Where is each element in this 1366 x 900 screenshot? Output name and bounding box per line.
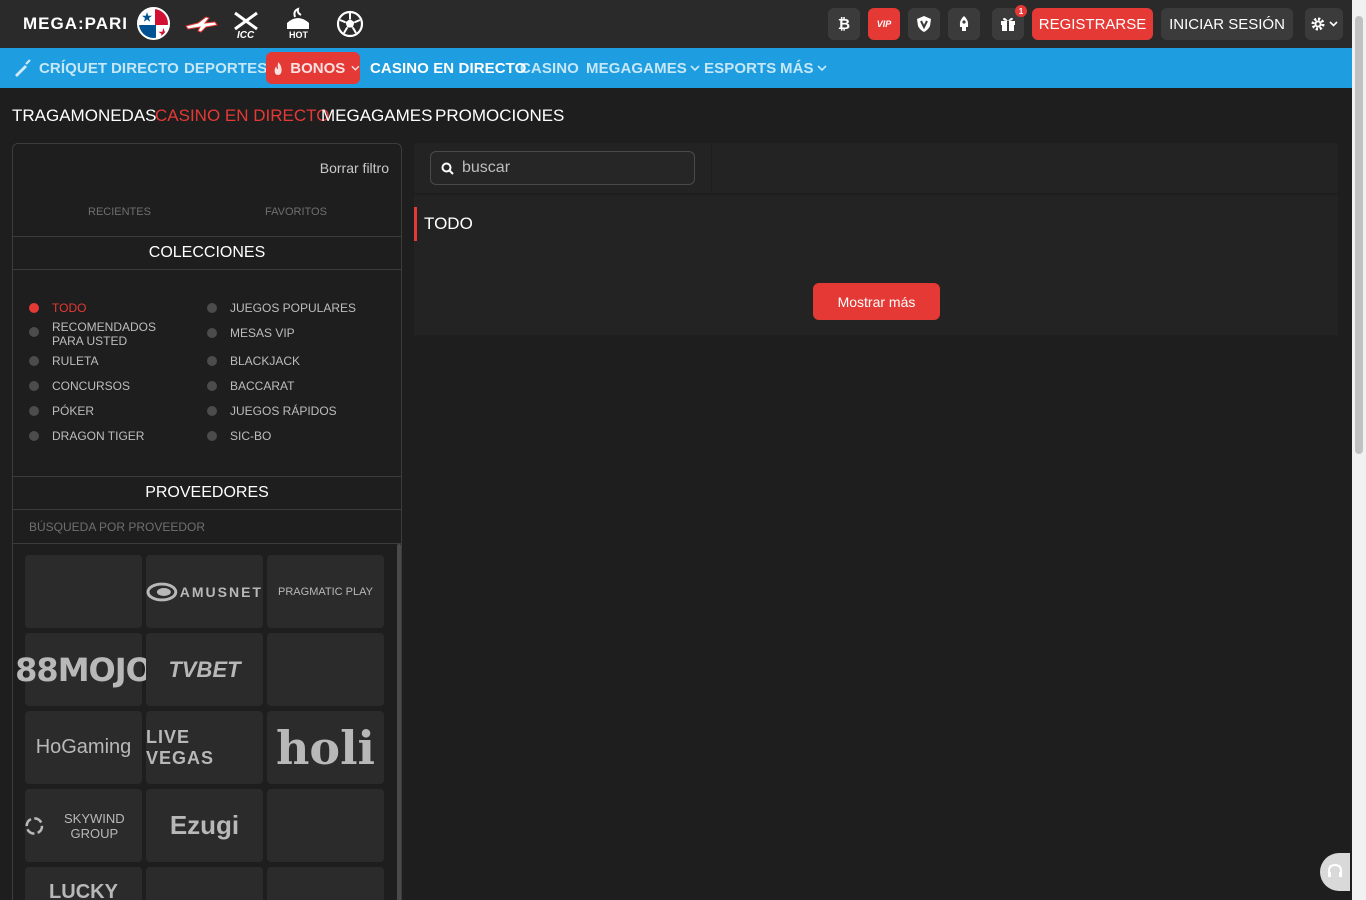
chevron-down-icon — [351, 65, 360, 71]
nav-item-casino[interactable]: CASINO — [520, 48, 579, 88]
collection-blackjack[interactable]: BLACKJACK — [207, 354, 300, 368]
gift-badge: 1 — [1015, 5, 1027, 17]
login-button[interactable]: INICIAR SESIÓN — [1161, 8, 1293, 40]
subtab-casino-en-directo[interactable]: CASINO EN DIRECTO — [155, 106, 329, 126]
providers-heading: PROVEEDORES — [13, 476, 401, 510]
provider-tile-holi[interactable]: holi — [267, 711, 384, 784]
collections-heading: COLECCIONES — [13, 236, 401, 270]
search-input[interactable]: buscar — [430, 151, 695, 185]
nav-item-bonos[interactable]: BONOS — [266, 52, 360, 84]
svg-text:ICC: ICC — [237, 30, 255, 39]
logo[interactable]: MEGA:PARI — [23, 14, 128, 34]
section-title: TODO — [424, 214, 473, 233]
divider — [711, 143, 712, 193]
provider-tile-amusnet[interactable]: AMUSNET — [146, 555, 263, 628]
svg-text:HOT: HOT — [289, 30, 309, 40]
page-scrollbar-thumb[interactable] — [1355, 16, 1363, 454]
collection-concursos[interactable]: CONCURSOS — [29, 379, 130, 393]
nav-item-esports[interactable]: ESPORTS — [704, 48, 776, 88]
show-more-button[interactable]: Mostrar más — [813, 283, 940, 320]
cricket-bat-icon — [15, 59, 31, 77]
nav-item-megagames[interactable]: MEGAGAMES — [586, 48, 700, 88]
collection-mesas-vip[interactable]: MESAS VIP — [207, 326, 295, 340]
main-nav: CRÍQUET DIRECTO DEPORTES BONOS CASINO EN… — [0, 48, 1352, 88]
support-chat-button[interactable] — [1320, 853, 1350, 891]
chevron-down-icon — [690, 65, 700, 71]
nav-item-mas[interactable]: MÁS — [780, 48, 827, 88]
provider-tile[interactable] — [25, 555, 142, 628]
filter-sidebar: Borrar filtro RECIENTES FAVORITOS COLECC… — [12, 143, 402, 900]
collection-baccarat[interactable]: BACCARAT — [207, 379, 294, 393]
panama-flag-icon[interactable] — [137, 7, 170, 40]
tab-recientes[interactable]: RECIENTES — [88, 206, 151, 218]
clear-filter-link[interactable]: Borrar filtro — [320, 160, 389, 176]
nav-item-directo[interactable]: DIRECTO — [111, 48, 179, 88]
provider-tile-skywind[interactable]: SKYWIND GROUP — [25, 789, 142, 862]
collection-recomendados[interactable]: RECOMENDADOS PARA USTED — [29, 320, 189, 348]
top-bar: MEGA:PARI ICC HOT ₿ VIP 1 REGISTRARSE IN… — [0, 0, 1352, 48]
provider-tile-pragmatic-play[interactable]: PRAGMATIC PLAY — [267, 555, 384, 628]
gear-icon — [1311, 17, 1325, 31]
subtab-promociones[interactable]: PROMOCIONES — [435, 106, 564, 126]
vip-button[interactable]: VIP — [868, 8, 900, 40]
provider-tile-tvbet[interactable]: TVBET — [146, 633, 263, 706]
subtab-tragamonedas[interactable]: TRAGAMONEDAS — [12, 106, 157, 126]
chevron-down-icon — [817, 65, 827, 71]
rocket-icon[interactable] — [948, 8, 980, 40]
cricket-icc-icon[interactable]: ICC — [229, 8, 263, 40]
bitcoin-icon[interactable]: ₿ — [828, 8, 860, 40]
fire-icon — [274, 61, 282, 75]
settings-button[interactable] — [1305, 8, 1343, 40]
collection-poker[interactable]: PÓKER — [29, 404, 94, 418]
shield-promo-icon[interactable] — [908, 8, 940, 40]
provider-search-input[interactable]: BÚSQUEDA POR PROVEEDOR — [13, 511, 401, 544]
collection-juegos-populares[interactable]: JUEGOS POPULARES — [207, 301, 356, 315]
tab-favoritos[interactable]: FAVORITOS — [265, 206, 327, 218]
hot-games-icon[interactable]: HOT — [281, 7, 315, 40]
provider-tile-lucky[interactable]: LUCKY — [25, 867, 142, 900]
section-indicator — [414, 207, 417, 241]
collection-todo[interactable]: TODO — [29, 301, 86, 315]
collection-juegos-rapidos[interactable]: JUEGOS RÁPIDOS — [207, 404, 337, 418]
provider-tile[interactable] — [267, 789, 384, 862]
provider-tile-88mojo[interactable]: 88MOJO — [15, 633, 153, 706]
provider-tile[interactable] — [267, 867, 384, 900]
gift-icon[interactable]: 1 — [992, 5, 1027, 40]
headset-icon — [1328, 863, 1342, 877]
subtab-megagames[interactable]: MEGAGAMES — [321, 106, 432, 126]
register-button[interactable]: REGISTRARSE — [1032, 8, 1153, 40]
provider-tile-ezugi[interactable]: Ezugi — [146, 789, 263, 862]
provider-tile[interactable] — [267, 633, 384, 706]
providers-scrollbar[interactable] — [397, 544, 401, 900]
nav-item-criquet[interactable]: CRÍQUET — [13, 48, 107, 88]
provider-tile-live-vegas[interactable]: LIVE VEGAS — [146, 711, 263, 784]
nav-item-deportes[interactable]: DEPORTES — [184, 48, 267, 88]
chevron-down-icon — [1329, 21, 1338, 27]
collection-ruleta[interactable]: RULETA — [29, 354, 98, 368]
collection-dragon-tiger[interactable]: DRAGON TIGER — [29, 429, 144, 443]
collection-sic-bo[interactable]: SIC-BO — [207, 429, 271, 443]
provider-tile[interactable] — [146, 867, 263, 900]
nav-item-casino-en-directo[interactable]: CASINO EN DIRECTO — [370, 48, 526, 88]
search-icon — [441, 162, 454, 175]
provider-tile-hogaming[interactable]: HoGaming — [25, 711, 142, 784]
football-icon[interactable] — [333, 8, 367, 40]
aviator-plane-icon[interactable] — [184, 8, 218, 40]
